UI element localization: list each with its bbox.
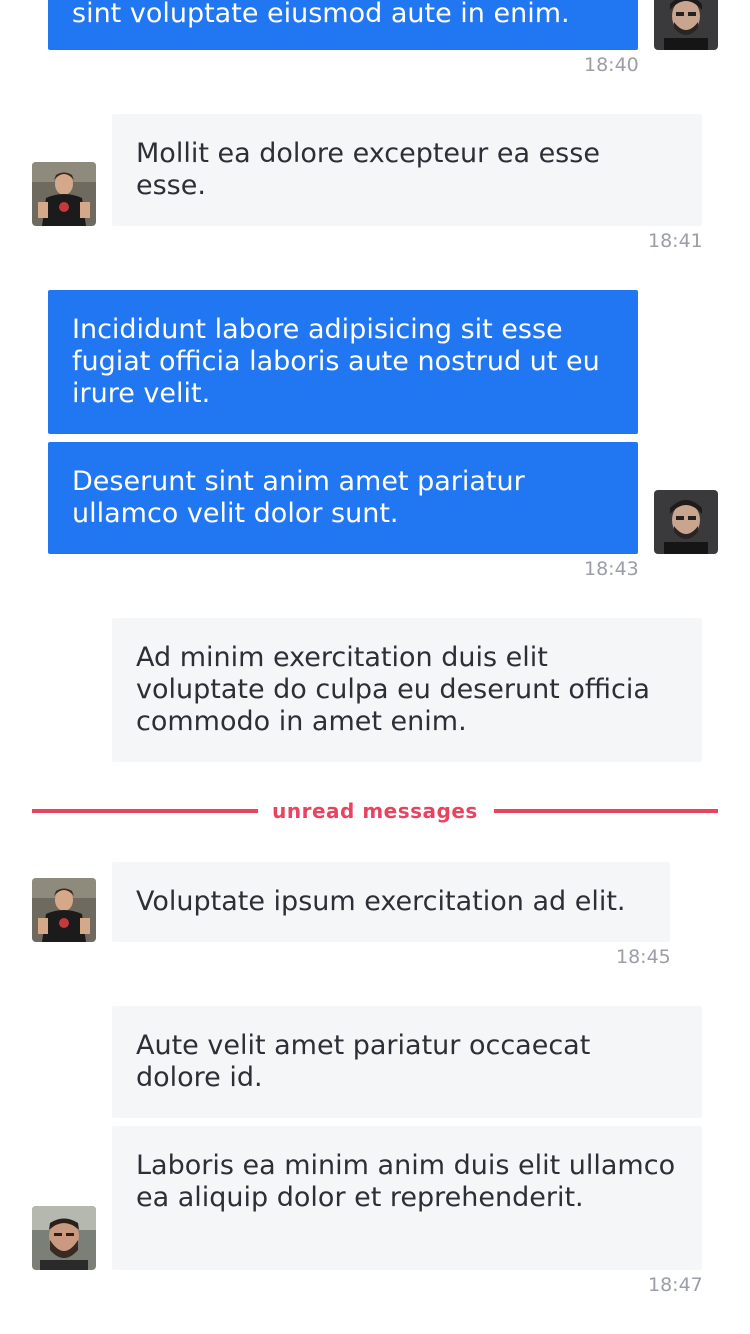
incoming-message-bubble[interactable]: Voluptate ipsum exercitation ad elit. (112, 862, 670, 942)
message-text: Voluptate ipsum exercitation ad elit. (136, 886, 626, 917)
unread-divider-label: unread messages (272, 799, 478, 823)
unread-divider-line-right (494, 809, 718, 813)
message-timestamp: 18:45 (616, 946, 671, 968)
incoming-message-bubble[interactable]: Ad minim exercitation duis elit voluptat… (112, 618, 702, 762)
message-timestamp: 18:41 (648, 230, 703, 252)
young-man-avatar[interactable] (32, 878, 96, 942)
message-text: Mollit ea dolore excepteur ea esse esse. (136, 138, 600, 201)
message-timestamp: 18:47 (648, 1274, 703, 1296)
chat-thread: sint voluptate eiusmod aute in enim. 18:… (0, 0, 750, 1334)
message-text: Ad minim exercitation duis elit voluptat… (136, 642, 650, 737)
message-timestamp: 18:40 (584, 54, 639, 76)
dark-hair-man-avatar[interactable] (654, 0, 718, 50)
outgoing-message-bubble[interactable]: sint voluptate eiusmod aute in enim. (48, 0, 638, 50)
bearded-man-avatar[interactable] (32, 1206, 96, 1270)
message-text: Deserunt sint anim amet pariatur ullamco… (72, 466, 525, 529)
young-man-avatar[interactable] (32, 162, 96, 226)
message-timestamp: 18:43 (584, 558, 639, 580)
outgoing-message-bubble[interactable]: Incididunt labore adipisicing sit esse f… (48, 290, 638, 434)
outgoing-message-bubble[interactable]: Deserunt sint anim amet pariatur ullamco… (48, 442, 638, 554)
dark-hair-man-avatar[interactable] (654, 490, 718, 554)
incoming-message-bubble[interactable]: Aute velit amet pariatur occaecat dolore… (112, 1006, 702, 1118)
incoming-message-bubble[interactable]: Mollit ea dolore excepteur ea esse esse. (112, 114, 702, 226)
message-text: Incididunt labore adipisicing sit esse f… (72, 314, 600, 409)
unread-divider-line-left (32, 809, 258, 813)
message-text: Laboris ea minim anim duis elit ullamco … (136, 1150, 676, 1213)
message-text: sint voluptate eiusmod aute in enim. (72, 0, 570, 29)
incoming-message-bubble[interactable]: Laboris ea minim anim duis elit ullamco … (112, 1126, 702, 1270)
message-text: Aute velit amet pariatur occaecat dolore… (136, 1030, 591, 1093)
